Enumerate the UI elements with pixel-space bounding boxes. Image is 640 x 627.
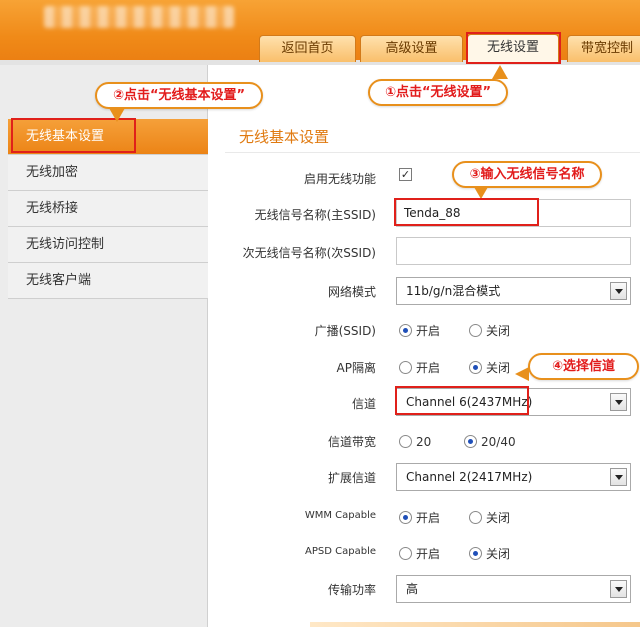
- sidebar-item-wireless-clients[interactable]: 无线客户端: [8, 263, 208, 299]
- highlight-box-wireless-tab: [466, 32, 561, 64]
- radio-label: 开启: [416, 511, 441, 525]
- broadcast-ssid-off-option[interactable]: 关闭: [469, 322, 510, 338]
- tx-power-label: 传输功率: [327, 583, 376, 597]
- radio-label: 开启: [416, 324, 441, 338]
- radio-label: 关闭: [486, 547, 511, 561]
- page-title: 无线基本设置: [239, 128, 330, 146]
- broadcast-ssid-on-option[interactable]: 开启: [399, 322, 440, 338]
- footer-edge: [310, 622, 640, 627]
- chevron-down-icon[interactable]: [610, 282, 627, 300]
- radio-button[interactable]: [399, 511, 412, 524]
- wmm-capable-label: WMM Capable: [304, 510, 376, 521]
- brand-logo: [44, 6, 234, 28]
- callout-step-2: ②点击“无线基本设置”: [95, 82, 263, 122]
- tab-bandwidth-control[interactable]: 带宽控制: [567, 35, 640, 62]
- channel-label: 信道: [351, 397, 376, 411]
- radio-button[interactable]: [399, 361, 412, 374]
- channel-bandwidth-label: 信道带宽: [327, 435, 376, 449]
- enable-wireless-label: 启用无线功能: [303, 172, 376, 186]
- secondary-ssid-label: 次无线信号名称(次SSID): [242, 246, 376, 260]
- wmm-off-option[interactable]: 关闭: [469, 509, 510, 525]
- radio-button[interactable]: [464, 435, 477, 448]
- radio-label: 开启: [416, 361, 441, 375]
- apsd-off-option[interactable]: 关闭: [469, 545, 510, 561]
- tab-advanced-settings[interactable]: 高级设置: [360, 35, 463, 62]
- tx-power-value: 高: [406, 582, 419, 596]
- radio-label: 20/40: [481, 434, 516, 449]
- tab-home[interactable]: 返回首页: [259, 35, 356, 62]
- callout-step-3: ③输入无线信号名称: [452, 161, 602, 199]
- ap-isolation-on-option[interactable]: 开启: [399, 359, 440, 375]
- radio-button[interactable]: [469, 361, 482, 374]
- apsd-capable-label: APSD Capable: [305, 546, 376, 557]
- radio-label: 关闭: [486, 511, 511, 525]
- network-mode-select[interactable]: 11b/g/n混合模式: [396, 277, 631, 305]
- chevron-down-icon[interactable]: [610, 468, 627, 486]
- broadcast-ssid-label: 广播(SSID): [314, 324, 376, 338]
- highlight-box-sidebar-item: [11, 118, 136, 153]
- title-divider: [225, 152, 640, 153]
- extension-channel-value: Channel 2(2417MHz): [406, 470, 533, 484]
- tx-power-select[interactable]: 高: [396, 575, 631, 603]
- radio-button[interactable]: [399, 435, 412, 448]
- highlight-box-channel: [395, 386, 529, 415]
- radio-button[interactable]: [399, 324, 412, 337]
- extension-channel-select[interactable]: Channel 2(2417MHz): [396, 463, 631, 491]
- sidebar-item-access-control[interactable]: 无线访问控制: [8, 227, 208, 263]
- sidebar-item-wireless-security[interactable]: 无线加密: [8, 155, 208, 191]
- enable-wireless-checkbox[interactable]: ✓: [399, 168, 412, 181]
- callout-step-4: ④选择信道: [515, 353, 639, 381]
- secondary-ssid-input[interactable]: [396, 237, 631, 265]
- bandwidth-20-option[interactable]: 20: [399, 434, 431, 450]
- network-mode-value: 11b/g/n混合模式: [406, 284, 501, 298]
- radio-label: 关闭: [486, 361, 511, 375]
- radio-button[interactable]: [469, 511, 482, 524]
- chevron-down-icon[interactable]: [610, 393, 627, 411]
- wmm-on-option[interactable]: 开启: [399, 509, 440, 525]
- sidebar-item-wireless-bridge[interactable]: 无线桥接: [8, 191, 208, 227]
- highlight-box-ssid: [394, 198, 539, 226]
- network-mode-label: 网络模式: [327, 285, 376, 299]
- radio-button[interactable]: [469, 547, 482, 560]
- ap-isolation-off-option[interactable]: 关闭: [469, 359, 510, 375]
- chevron-down-icon[interactable]: [610, 580, 627, 598]
- extension-channel-label: 扩展信道: [327, 471, 376, 485]
- radio-button[interactable]: [469, 324, 482, 337]
- callout-step-1: ①点击“无线设置”: [368, 65, 508, 106]
- radio-label: 关闭: [486, 324, 511, 338]
- radio-label: 开启: [416, 547, 441, 561]
- apsd-on-option[interactable]: 开启: [399, 545, 440, 561]
- ap-isolation-label: AP隔离: [336, 361, 376, 375]
- radio-label: 20: [416, 434, 432, 449]
- bandwidth-20-40-option[interactable]: 20/40: [464, 434, 516, 450]
- radio-button[interactable]: [399, 547, 412, 560]
- primary-ssid-label: 无线信号名称(主SSID): [254, 208, 376, 222]
